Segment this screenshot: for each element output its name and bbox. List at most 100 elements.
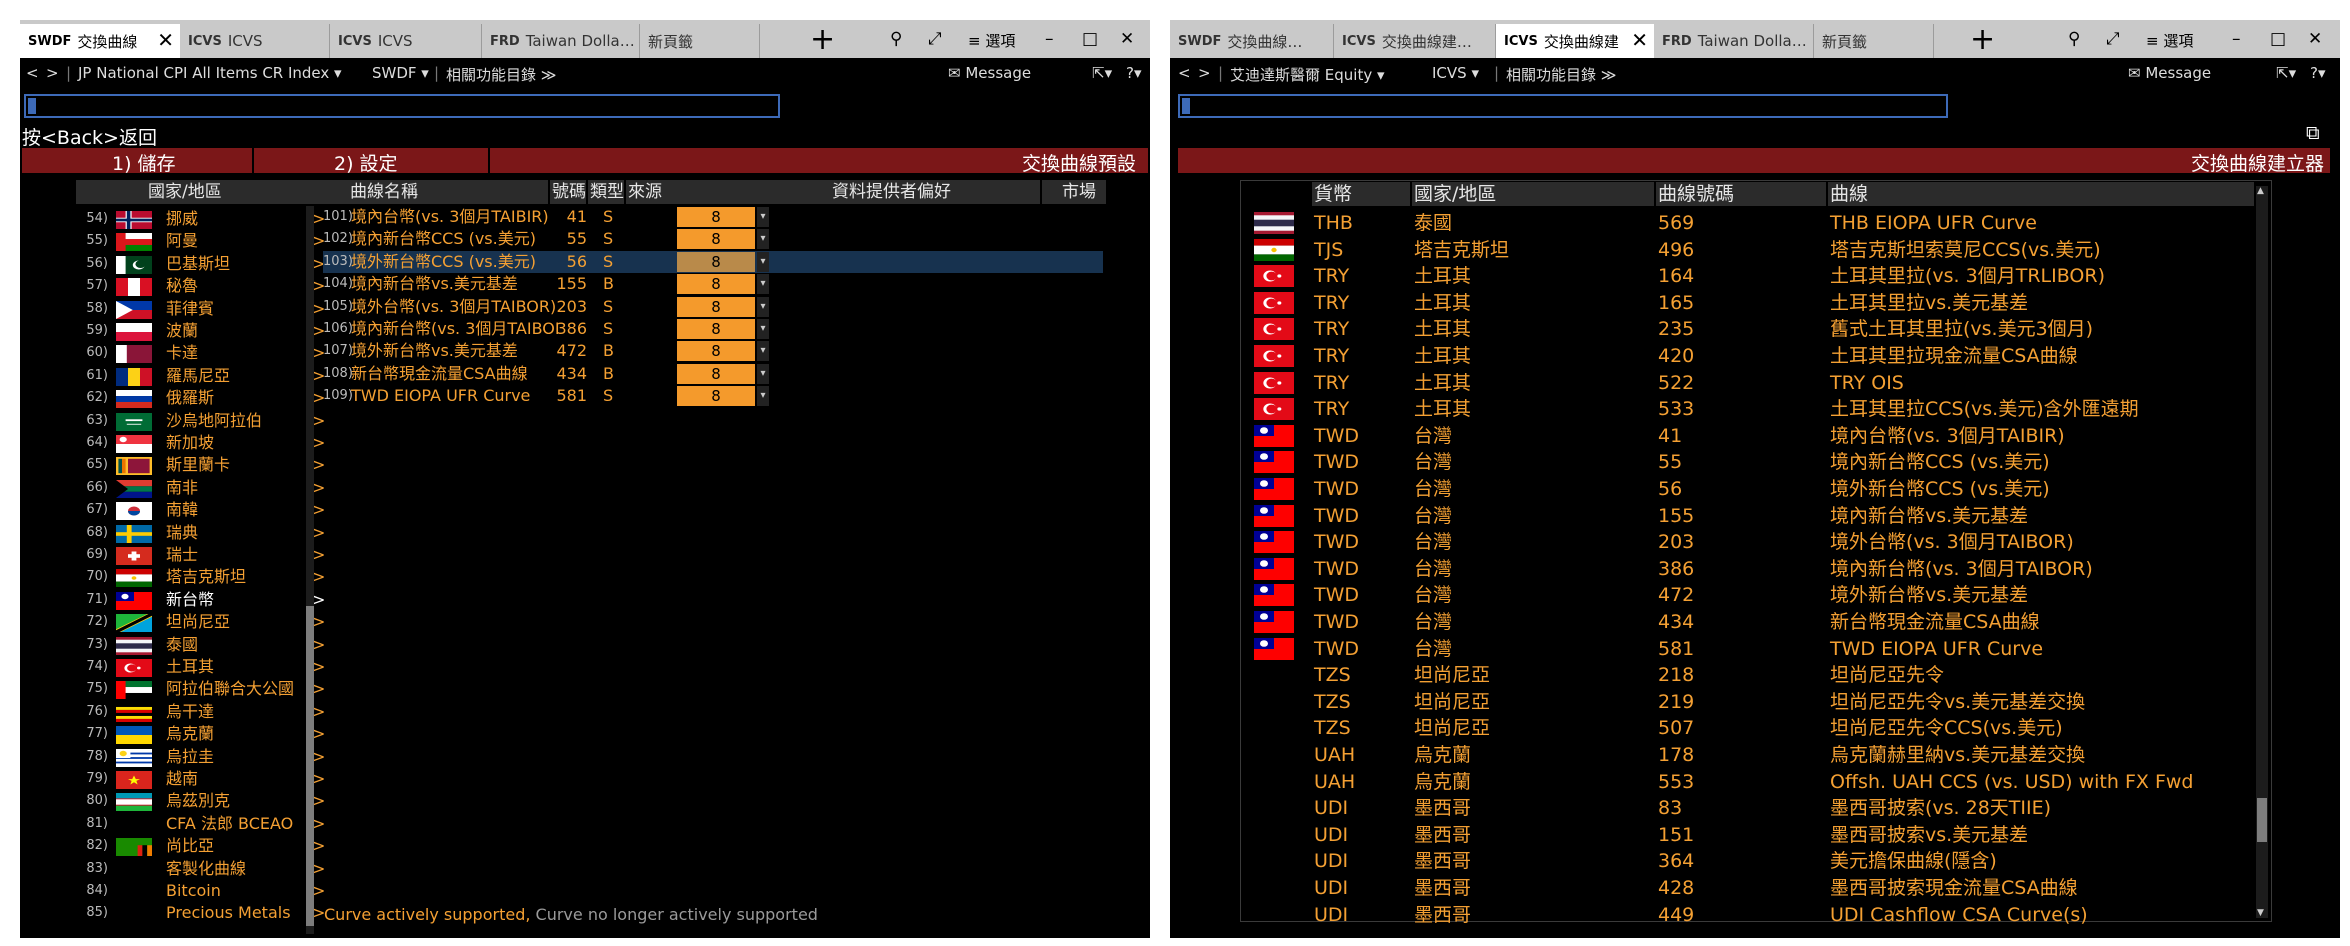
help-icon[interactable]: ?▾	[1126, 64, 1142, 82]
curve-row[interactable]: 102) 境內新台幣CCS (vs.美元) 55 S 8 ▾	[323, 228, 1103, 250]
country-item[interactable]: 55) 阿曼 >	[76, 230, 325, 252]
new-tab-plus-icon[interactable]: +	[810, 25, 835, 55]
curve-row[interactable]: 103) 境外新台幣CCS (vs.美元) 56 S 8 ▾	[323, 250, 1103, 273]
search-icon[interactable]: ⚲	[890, 29, 902, 49]
country-item[interactable]: 65) 斯里蘭卡 >	[76, 454, 325, 476]
curve-row[interactable]: 107) 境外新台幣vs.美元基差 472 B 8 ▾	[323, 340, 1103, 362]
curve-name-header[interactable]: 曲線名稱	[322, 180, 548, 204]
popout-icon[interactable]: ⧉	[2306, 122, 2320, 144]
chevron-down-icon[interactable]: ▾	[757, 386, 769, 407]
table-row[interactable]: TZS 坦尚尼亞 218 坦尚尼亞先令	[1240, 662, 2254, 688]
forward-arrow-icon[interactable]: >	[46, 64, 59, 82]
curve-type-header[interactable]: 類型	[588, 180, 624, 204]
source-header[interactable]: 來源	[626, 180, 764, 204]
source-field[interactable]: 8	[677, 274, 755, 295]
new-tab-plus-icon[interactable]: +	[1970, 25, 1995, 55]
back-arrow-icon[interactable]: <	[26, 64, 39, 82]
table-row[interactable]: TWD 台灣 155 境內新台幣vs.美元基差	[1240, 503, 2254, 529]
source-field[interactable]: 8	[677, 363, 755, 384]
table-scrollbar[interactable]: ▲ ▼	[2256, 186, 2268, 918]
back-arrow-icon[interactable]: <	[1178, 64, 1191, 82]
table-row[interactable]: UDI 墨西哥 449 UDI Cashflow CSA Curve(s)	[1240, 902, 2254, 928]
table-row[interactable]: UDI 墨西哥 83 墨西哥披索(vs. 28天TIIE)	[1240, 795, 2254, 821]
country-item[interactable]: 59) 波蘭 >	[76, 320, 325, 342]
scroll-thumb[interactable]	[306, 606, 314, 926]
table-row[interactable]: UDI 墨西哥 151 墨西哥披索vs.美元基差	[1240, 822, 2254, 848]
search-icon[interactable]: ⚲	[2068, 29, 2080, 49]
table-row[interactable]: TWD 台灣 203 境外台幣(vs. 3個月TAIBOR)	[1240, 529, 2254, 555]
options-menu[interactable]: ≡ 選項	[2146, 30, 2193, 51]
expand-icon[interactable]: ⤢	[2106, 29, 2120, 49]
country-item[interactable]: 61) 羅馬尼亞 >	[76, 365, 325, 387]
country-item[interactable]: 83) 客製化曲線 >	[76, 858, 325, 880]
curve-header[interactable]: 曲線	[1828, 182, 2254, 206]
table-row[interactable]: TZS 坦尚尼亞 219 坦尚尼亞先令vs.美元基差交換	[1240, 689, 2254, 715]
table-row[interactable]: TWD 台灣 434 新台幣現金流量CSA曲線	[1240, 609, 2254, 635]
provider-pref-header[interactable]: 資料提供者偏好	[748, 180, 1040, 204]
save-button[interactable]: 1) 儲存	[22, 148, 254, 175]
table-row[interactable]: THB 泰國 569 THB EIOPA UFR Curve	[1240, 210, 2254, 236]
source-field[interactable]: 8	[677, 296, 755, 317]
country-item[interactable]: 63) 沙烏地阿拉伯 >	[76, 410, 325, 432]
country-item[interactable]: 67) 南韓 >	[76, 499, 325, 521]
market-header[interactable]: 市場	[1042, 180, 1106, 204]
country-header[interactable]: 國家/地區▲	[76, 180, 338, 204]
country-item[interactable]: 66) 南非 >	[76, 477, 325, 499]
country-item[interactable]: 56) 巴基斯坦 >	[76, 253, 325, 275]
curve-row[interactable]: 105) 境外台幣(vs. 3個月TAIBOR) 203 S 8 ▾	[323, 296, 1103, 318]
security-dropdown[interactable]: 艾迪達斯醫爾 Equity ▾	[1230, 64, 1385, 85]
maximize-icon[interactable]: □	[1082, 29, 1098, 49]
country-item[interactable]: 62) 俄羅斯 >	[76, 387, 325, 409]
country-item[interactable]: 82) 尚比亞 >	[76, 835, 325, 857]
table-row[interactable]: TRY 土耳其 522 TRY OIS	[1240, 370, 2254, 396]
function-dropdown[interactable]: SWDF ▾	[372, 64, 429, 82]
country-header[interactable]: 國家/地區	[1412, 182, 1654, 206]
curve-row[interactable]: 108) 新台幣現金流量CSA曲線 434 B 8 ▾	[323, 363, 1103, 385]
close-tab-icon[interactable]: ✕	[157, 28, 174, 52]
source-field[interactable]: 8	[677, 207, 755, 227]
help-icon[interactable]: ?▾	[2310, 64, 2326, 82]
curve-row[interactable]: 101) 境內台幣(vs. 3個月TAIBIR) 41 S 8 ▾	[323, 206, 1103, 228]
country-item[interactable]: 84) Bitcoin >	[76, 880, 325, 902]
table-row[interactable]: TWD 台灣 581 TWD EIOPA UFR Curve	[1240, 636, 2254, 662]
message-button[interactable]: ✉ Message	[2128, 64, 2211, 82]
country-item[interactable]: 70) 塔吉克斯坦 >	[76, 566, 325, 588]
country-item[interactable]: 60) 卡達 >	[76, 342, 325, 364]
country-item[interactable]: 58) 菲律賓 >	[76, 298, 325, 320]
country-item[interactable]: 71) 新台幣 >	[76, 588, 325, 611]
curve-row[interactable]: 106) 境內新台幣(vs. 3個月TAIBOI 386 S 8 ▾	[323, 318, 1103, 340]
chevron-down-icon[interactable]: ▾	[757, 341, 769, 362]
table-row[interactable]: TRY 土耳其 165 土耳其里拉vs.美元基差	[1240, 290, 2254, 316]
export-icon[interactable]: ⇱▾	[1092, 64, 1112, 82]
function-dropdown[interactable]: ICVS ▾	[1432, 64, 1479, 82]
table-row[interactable]: TRY 土耳其 164 土耳其里拉(vs. 3個月TRLIBOR)	[1240, 263, 2254, 289]
chevron-down-icon[interactable]: ▾	[757, 207, 769, 227]
tab-new-4[interactable]: 新頁籤	[640, 24, 760, 58]
chevron-down-icon[interactable]: ▾	[757, 363, 769, 384]
scroll-thumb[interactable]	[2257, 798, 2267, 842]
country-item[interactable]: 76) 烏干達 >	[76, 701, 325, 723]
country-item[interactable]: 68) 瑞典 >	[76, 522, 325, 544]
close-window-icon[interactable]: ✕	[1120, 29, 1134, 49]
tab-icvs-1[interactable]: ICVS 交換曲線建…	[1334, 24, 1496, 58]
country-item[interactable]: 85) Precious Metals >	[76, 902, 325, 924]
chevron-down-icon[interactable]: ▾	[757, 229, 769, 250]
table-row[interactable]: TWD 台灣 386 境內新台幣(vs. 3個月TAIBOR)	[1240, 556, 2254, 582]
close-window-icon[interactable]: ✕	[2308, 29, 2322, 49]
table-row[interactable]: TWD 台灣 56 境外新台幣CCS (vs.美元)	[1240, 476, 2254, 502]
table-row[interactable]: TWD 台灣 472 境外新台幣vs.美元基差	[1240, 582, 2254, 608]
country-item[interactable]: 74) 土耳其 >	[76, 656, 325, 678]
options-menu[interactable]: ≡ 選項	[968, 30, 1015, 51]
related-functions-menu[interactable]: 相關功能目錄 ≫	[1506, 64, 1617, 85]
table-row[interactable]: TJS 塔吉克斯坦 496 塔吉克斯坦索莫尼CCS(vs.美元)	[1240, 237, 2254, 263]
maximize-icon[interactable]: □	[2270, 29, 2286, 49]
source-field[interactable]: 8	[677, 319, 755, 339]
table-row[interactable]: TZS 坦尚尼亞 507 坦尚尼亞先令CCS(vs.美元)	[1240, 715, 2254, 741]
settings-button[interactable]: 2) 設定	[254, 148, 490, 175]
minimize-icon[interactable]: –	[1045, 29, 1054, 49]
security-dropdown[interactable]: JP National CPI All Items CR Index ▾	[78, 64, 342, 82]
table-row[interactable]: UDI 墨西哥 428 墨西哥披索現金流量CSA曲線	[1240, 875, 2254, 901]
tab-new-4[interactable]: 新頁籤	[1814, 24, 1934, 58]
country-item[interactable]: 73) 泰國 >	[76, 634, 325, 656]
chevron-down-icon[interactable]: ▾	[757, 251, 769, 272]
